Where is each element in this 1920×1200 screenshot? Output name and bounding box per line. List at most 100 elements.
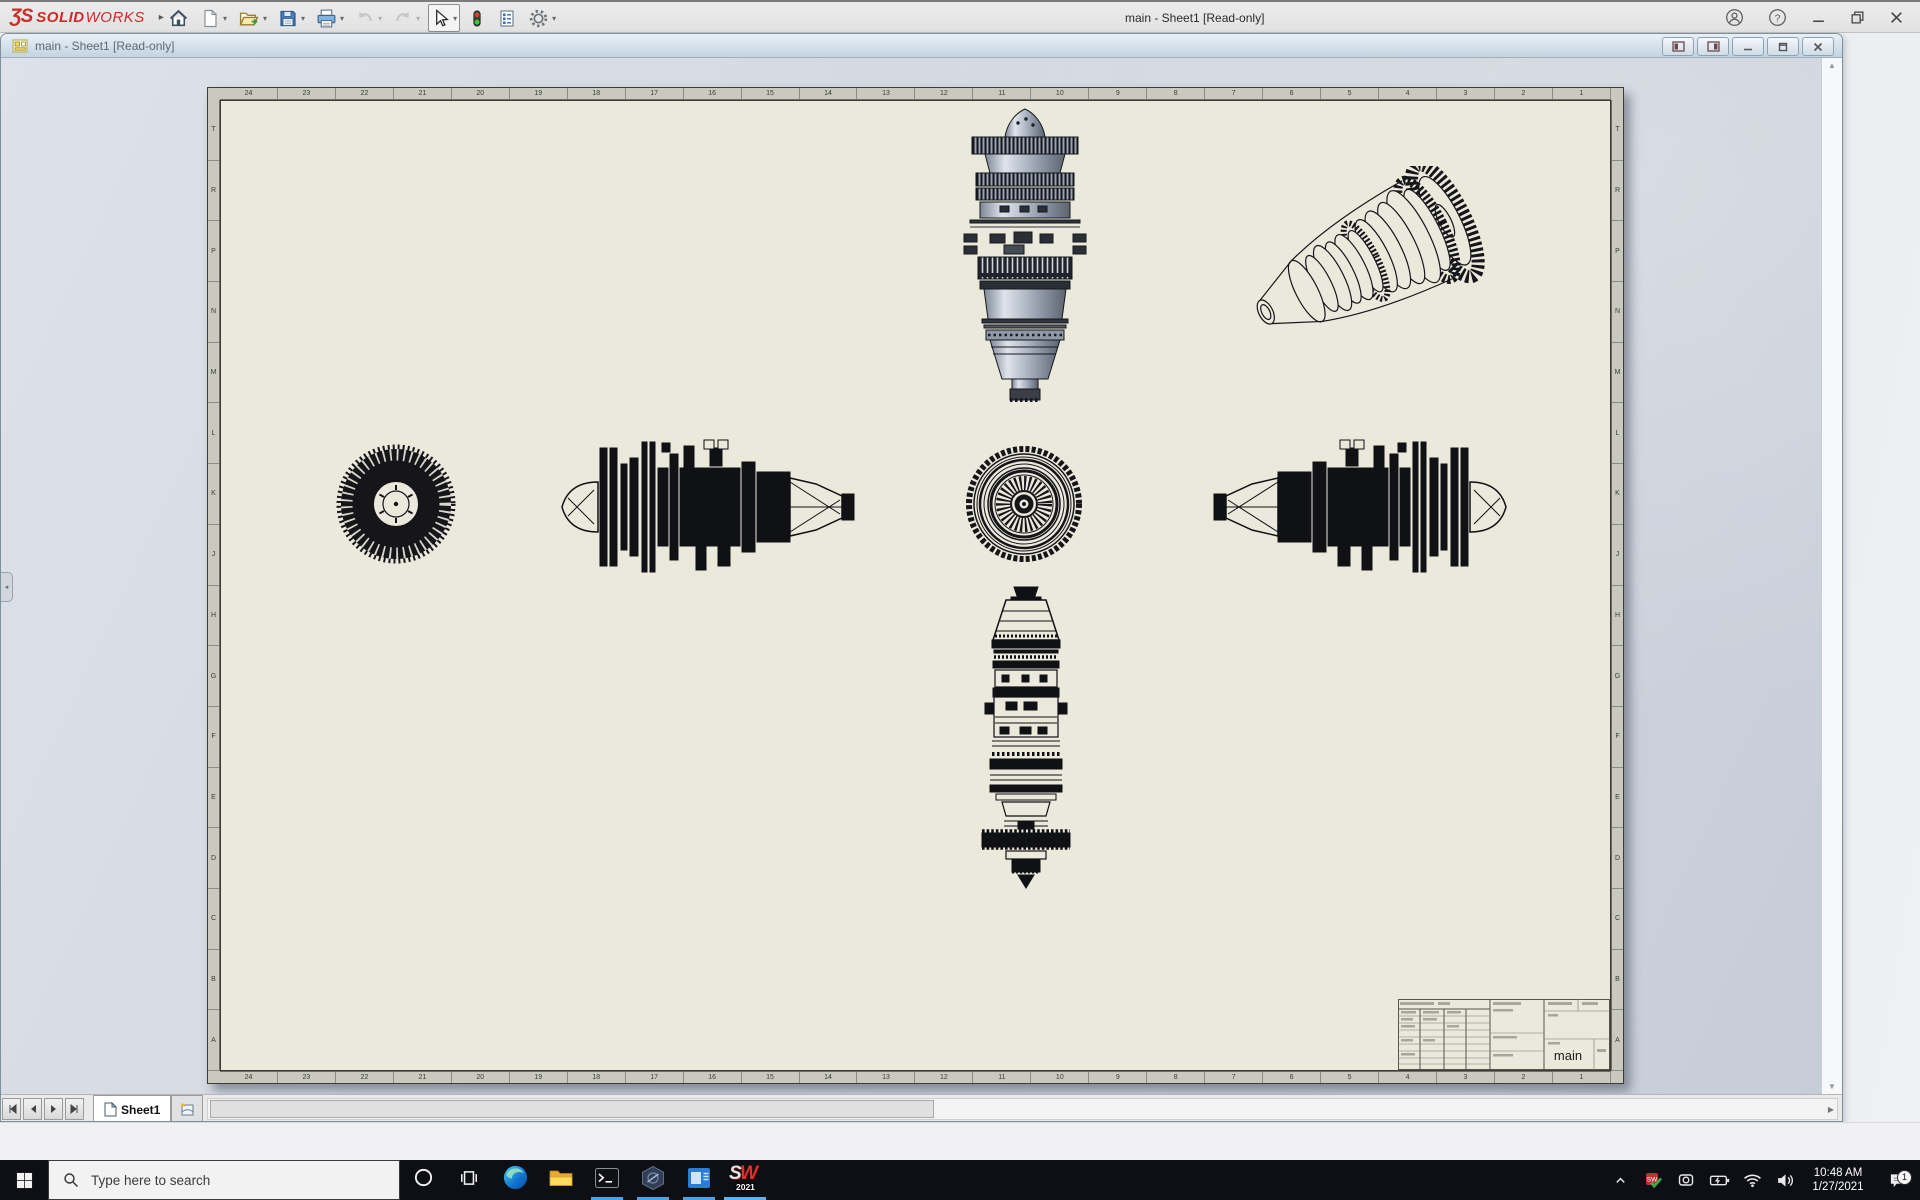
print-button[interactable]: ▾ [313,4,347,32]
wifi-icon[interactable] [1741,1173,1763,1188]
scroll-up-arrow[interactable]: ▲ [1822,61,1842,70]
file-properties-button[interactable] [494,4,520,32]
document-dock-left-button[interactable] [1662,37,1694,56]
drawing-view-side-right[interactable] [1210,438,1510,576]
open-button[interactable]: ▾ [235,4,270,32]
svg-text:?: ? [1775,13,1781,24]
zone-label: L [1612,403,1623,464]
account-button[interactable] [1725,8,1744,27]
drawing-view-side-left[interactable] [558,438,858,576]
select-dropdown-arrow[interactable]: ▾ [453,14,457,23]
drawing-view-isometric[interactable] [1230,166,1495,361]
document-dock-right-button[interactable] [1697,37,1729,56]
zone-label: A [208,1010,219,1071]
zone-label: 14 [800,1072,858,1083]
document-restore-button[interactable] [1767,37,1799,56]
zone-label: 4 [1379,88,1437,99]
add-sheet-button[interactable] [171,1095,203,1122]
action-center-button[interactable]: 1 [1880,1172,1914,1189]
zone-corner [1611,88,1623,100]
options-button[interactable]: ▾ [525,4,559,32]
help-button[interactable]: ? [1768,8,1787,27]
hexagon-app-taskbar-button[interactable] [630,1160,676,1200]
system-window-app-taskbar-button[interactable] [676,1160,722,1200]
horizontal-scrollbar[interactable]: ▶ [207,1098,1838,1120]
last-sheet-button[interactable] [65,1098,84,1120]
zone-label: P [208,221,219,282]
drawing-view-rear[interactable] [964,444,1084,564]
undo-button[interactable]: ▾ [352,4,385,32]
task-view-button[interactable] [446,1160,492,1200]
zone-label: H [1612,586,1623,647]
open-dropdown-arrow[interactable]: ▾ [263,14,267,23]
taskbar-clock[interactable]: 10:48 AM 1/27/2021 [1805,1166,1871,1194]
zone-label: 2 [1495,88,1553,99]
zone-label: T [208,100,219,161]
file-explorer-taskbar-button[interactable] [538,1160,584,1200]
drawing-viewport[interactable]: 242322212019181716151413121110987654321 … [1,58,1842,1094]
minimize-button[interactable] [1811,10,1826,25]
solidworks-logo-light: WORKS [86,9,145,26]
chevron-up-icon[interactable] [1609,1173,1631,1188]
zone-label: J [1612,525,1623,586]
save-button[interactable]: ▾ [275,4,308,32]
select-button[interactable]: ▾ [428,4,460,32]
previous-sheet-button[interactable] [23,1098,42,1120]
drawing-view-front-fan[interactable] [336,444,456,564]
select-icon [431,8,450,29]
home-button[interactable] [165,4,192,32]
capture-icon[interactable] [1675,1171,1697,1189]
scroll-right-arrow[interactable]: ▶ [1828,1099,1834,1119]
zone-label: 22 [336,1072,394,1083]
restore-button[interactable] [1850,10,1865,25]
zone-label: 24 [220,1072,278,1083]
first-sheet-button[interactable] [2,1098,21,1120]
zone-label: 7 [1205,1072,1263,1083]
new-document-button[interactable]: ▾ [197,4,230,32]
rebuild-button[interactable] [465,4,489,32]
search-icon [63,1172,79,1188]
redo-button[interactable]: ▾ [390,4,423,32]
close-button[interactable] [1889,10,1904,25]
cortana-button[interactable] [400,1160,446,1200]
vertical-scrollbar[interactable]: ▲ ▼ [1821,58,1842,1094]
search-input[interactable] [89,1172,373,1189]
zone-label: C [208,889,219,950]
document-close-button[interactable] [1802,37,1834,56]
taskbar-search[interactable] [48,1160,400,1200]
zone-label: N [208,282,219,343]
zone-label: 11 [973,1072,1031,1083]
next-sheet-button[interactable] [44,1098,63,1120]
drawing-sheet[interactable]: 242322212019181716151413121110987654321 … [207,87,1624,1084]
edge-taskbar-button[interactable] [492,1160,538,1200]
scroll-down-arrow[interactable]: ▼ [1822,1082,1842,1091]
title-block: main [1398,999,1610,1070]
drawing-view-top[interactable] [960,107,1090,407]
horizontal-scrollbar-thumb[interactable] [210,1100,934,1118]
redo-dropdown-arrow[interactable]: ▾ [416,14,420,23]
options-dropdown-arrow[interactable]: ▾ [552,14,556,23]
redo-icon [393,8,413,28]
volume-icon[interactable] [1774,1173,1796,1188]
drawing-view-bottom[interactable] [962,585,1090,890]
zone-label: 12 [915,88,973,99]
options-icon [528,8,549,29]
undo-dropdown-arrow[interactable]: ▾ [378,14,382,23]
zone-label: R [208,161,219,222]
tab-sheet1[interactable]: Sheet1 [93,1095,171,1122]
document-minimize-button[interactable] [1732,37,1764,56]
toolbar-flyout-arrow[interactable]: ▸ [159,12,164,23]
solidworks-2021-taskbar-button[interactable]: SW2021 [722,1160,768,1200]
new-document-dropdown-arrow[interactable]: ▾ [223,14,227,23]
start-button[interactable] [0,1160,48,1200]
solidworks-status-icon[interactable]: SW [1642,1171,1664,1190]
save-dropdown-arrow[interactable]: ▾ [301,14,305,23]
command-prompt-taskbar-button[interactable] [584,1160,630,1200]
zone-label: M [208,343,219,404]
featuremanager-collapse-tab[interactable]: ◂ [1,572,13,602]
battery-icon[interactable] [1708,1172,1730,1189]
zone-label: L [208,403,219,464]
zone-label: C [1612,889,1623,950]
print-dropdown-arrow[interactable]: ▾ [340,14,344,23]
zone-label: 6 [1263,1072,1321,1083]
